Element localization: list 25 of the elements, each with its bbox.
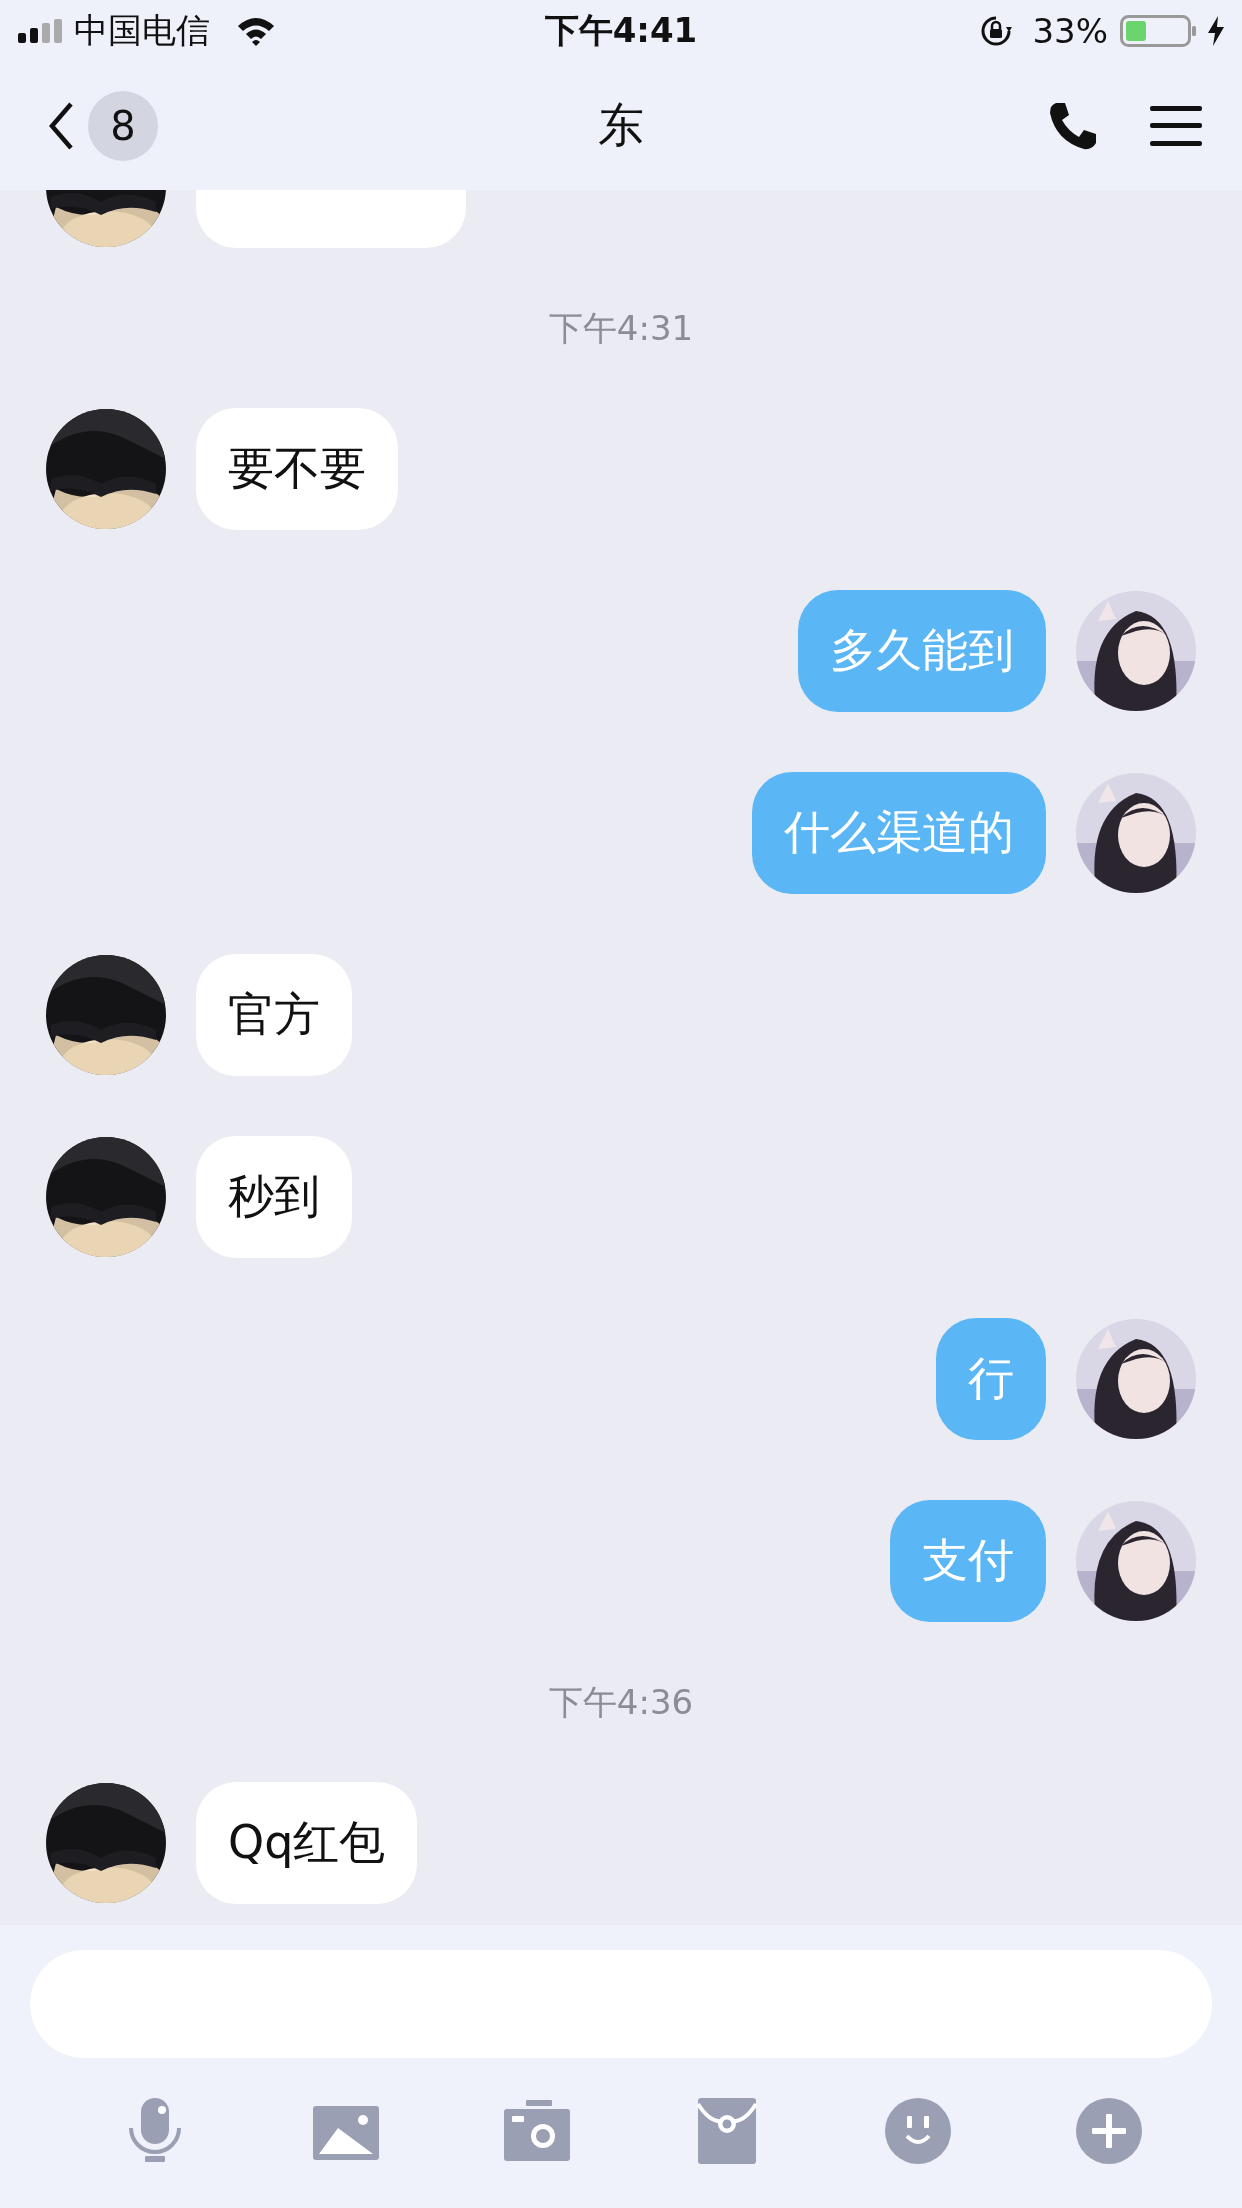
chat-title: 东	[598, 97, 644, 154]
signal-icon	[18, 19, 62, 43]
emoji-icon[interactable]	[883, 2096, 954, 2166]
message-bubble: 行	[936, 1318, 1046, 1440]
rotation-lock-icon	[980, 15, 1013, 47]
add-icon[interactable]	[1074, 2096, 1144, 2166]
message-bubble: 多久能到	[798, 590, 1046, 712]
phone-icon[interactable]	[1048, 101, 1098, 151]
clock-time: 下午4:41	[544, 9, 698, 52]
message-bubble: 秒到	[196, 1136, 352, 1258]
battery-percent: 33%	[1032, 11, 1108, 51]
unread-count-badge[interactable]: 8	[88, 91, 158, 161]
charging-icon	[1208, 16, 1224, 46]
message-bubble: 官方	[196, 954, 352, 1076]
wifi-icon	[236, 16, 276, 46]
message-bubble: 支付	[890, 1500, 1046, 1622]
message-bubble: 什么渠道的	[752, 772, 1046, 894]
message-bubble: Qq红包	[196, 1782, 418, 1904]
back-icon[interactable]	[48, 101, 74, 151]
battery-icon	[1120, 15, 1196, 47]
message-bubble: 要不要	[196, 408, 398, 530]
message-timestamp: 下午4:36	[548, 1682, 694, 1722]
carrier-name: 中国电信	[74, 9, 210, 52]
message-timestamp: 下午4:31	[548, 308, 694, 348]
menu-icon[interactable]	[1150, 106, 1202, 146]
